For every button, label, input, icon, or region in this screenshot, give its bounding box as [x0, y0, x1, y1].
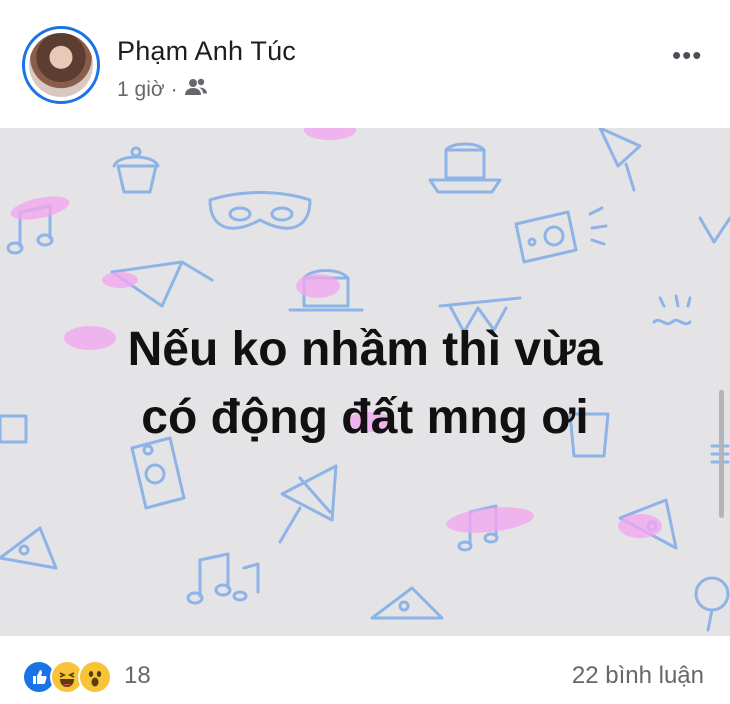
meta-separator: · — [170, 78, 178, 101]
friends-icon[interactable] — [184, 78, 208, 102]
post-text: Nếu ko nhầm thì vừa có động đất mng ơi — [40, 316, 690, 452]
scrollbar[interactable] — [719, 390, 724, 518]
comment-count[interactable]: 22 bình luận — [572, 662, 704, 690]
post-timestamp[interactable]: 1 giờ — [117, 78, 165, 102]
more-options-icon[interactable]: ••• — [672, 40, 702, 71]
author-avatar[interactable] — [22, 26, 100, 104]
reaction-count[interactable]: 18 — [124, 662, 151, 690]
reactions-summary[interactable] — [22, 660, 112, 694]
post-text-line-1: Nếu ko nhầm thì vừa — [127, 323, 603, 376]
post-content-background: Nếu ko nhầm thì vừa có động đất mng ơi — [0, 128, 730, 636]
post-header: Phạm Anh Túc 1 giờ · ••• — [0, 0, 730, 128]
post-text-line-2: có động đất mng ơi — [141, 391, 589, 444]
wow-icon — [78, 660, 112, 694]
author-name[interactable]: Phạm Anh Túc — [117, 36, 296, 67]
post-meta: 1 giờ · — [117, 78, 208, 102]
avatar-photo — [29, 33, 93, 97]
